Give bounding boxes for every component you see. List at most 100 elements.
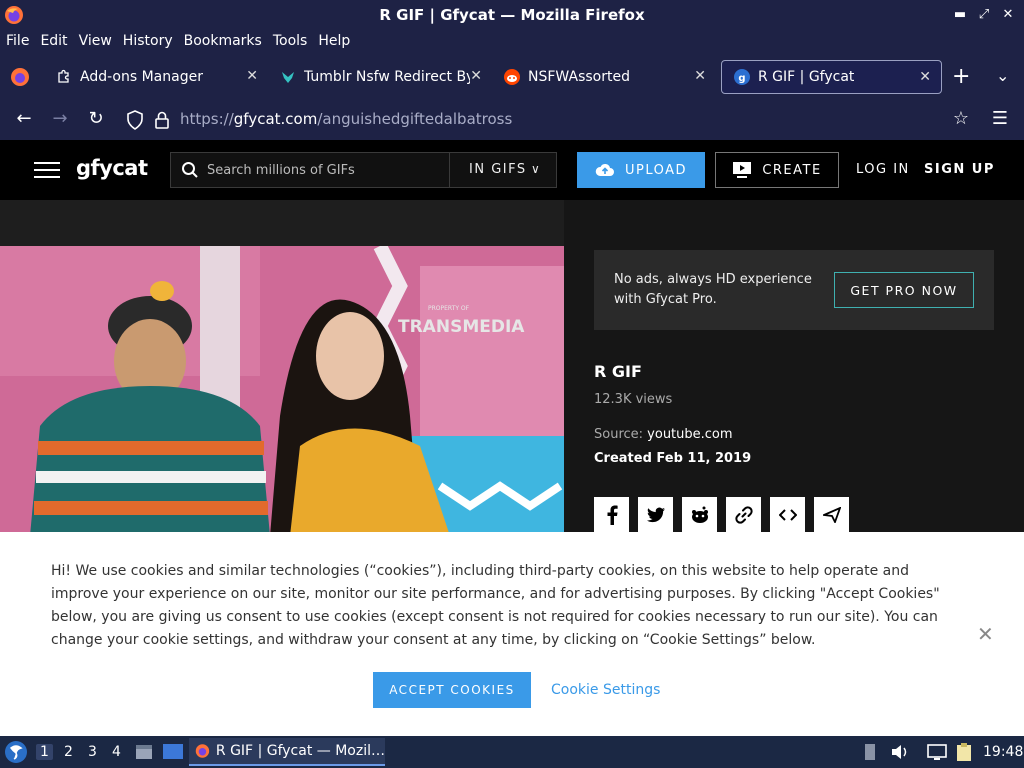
workspace-2[interactable]: 2 bbox=[64, 744, 73, 760]
gif-title: R GIF bbox=[594, 362, 642, 381]
hamburger-menu-icon[interactable] bbox=[34, 162, 60, 178]
tab-title: Tumblr Nsfw Redirect Byp bbox=[304, 69, 470, 85]
list-all-tabs-button[interactable]: ⌄ bbox=[996, 66, 1009, 85]
taskbar-window-firefox[interactable]: R GIF | Gfycat — Mozil… bbox=[189, 738, 385, 766]
start-menu-icon[interactable] bbox=[4, 740, 28, 764]
cookie-notice-text: Hi! We use cookies and similar technolog… bbox=[51, 563, 940, 648]
chevron-down-icon[interactable]: ∨ bbox=[531, 162, 540, 176]
workspace-4[interactable]: 4 bbox=[112, 744, 121, 760]
login-link[interactable]: LOG IN bbox=[856, 162, 910, 177]
send-icon bbox=[822, 507, 841, 523]
share-buttons bbox=[594, 497, 849, 533]
svg-text:g: g bbox=[738, 73, 745, 84]
pro-promo-text: No ads, always HD experience with Gfycat… bbox=[614, 272, 812, 307]
file-manager-icon[interactable] bbox=[134, 742, 154, 762]
tab-gfycat[interactable]: g R GIF | Gfycat ✕ bbox=[721, 60, 942, 94]
reddit-icon bbox=[504, 69, 520, 85]
menu-history[interactable]: History bbox=[123, 30, 173, 54]
restore-button[interactable]: ⤢ bbox=[974, 4, 994, 26]
forward-button[interactable]: → bbox=[48, 108, 72, 129]
url-bar[interactable]: https://gfycat.com/anguishedgiftedalbatr… bbox=[180, 110, 512, 128]
workspace-1[interactable]: 1 bbox=[36, 744, 53, 760]
tab-title: NSFWAssorted bbox=[528, 69, 630, 85]
search-input[interactable]: Search millions of GIFs bbox=[207, 163, 447, 178]
tab-title: Add-ons Manager bbox=[80, 69, 203, 85]
link-icon bbox=[734, 506, 753, 524]
menu-bar: File Edit View History Bookmarks Tools H… bbox=[0, 30, 1024, 54]
get-pro-button[interactable]: GET PRO NOW bbox=[834, 272, 974, 308]
taskbar-window-label: R GIF | Gfycat — Mozil… bbox=[215, 743, 385, 759]
tab-addons[interactable]: Add-ons Manager ✕ bbox=[44, 60, 268, 94]
tab-nsfwassorted[interactable]: NSFWAssorted ✕ bbox=[492, 60, 716, 94]
share-twitter-button[interactable] bbox=[638, 497, 673, 533]
twitter-icon bbox=[646, 507, 665, 523]
view-count: 12.3K views bbox=[594, 392, 673, 407]
window-titlebar: R GIF | Gfycat — Mozilla Firefox ▬ ⤢ ✕ bbox=[0, 0, 1024, 30]
taskbar: 1 2 3 4 R GIF | Gfycat — Mozil… 19:48 bbox=[0, 736, 1024, 768]
share-facebook-button[interactable] bbox=[594, 497, 629, 533]
search-scope-dropdown[interactable]: IN GIFS bbox=[469, 162, 527, 177]
tab-bar: Add-ons Manager ✕ Tumblr Nsfw Redirect B… bbox=[0, 54, 1024, 100]
menu-help[interactable]: Help bbox=[318, 30, 350, 54]
close-icon[interactable]: ✕ bbox=[977, 622, 994, 646]
embed-icon bbox=[778, 509, 797, 521]
workspace-3[interactable]: 3 bbox=[88, 744, 97, 760]
accept-cookies-button[interactable]: ACCEPT COOKIES bbox=[373, 672, 531, 708]
app-menu-icon[interactable]: ☰ bbox=[988, 108, 1012, 129]
share-link-button[interactable] bbox=[726, 497, 761, 533]
window-title: R GIF | Gfycat — Mozilla Firefox bbox=[379, 6, 645, 24]
video-watermark-small: PROPERTY OF bbox=[428, 305, 470, 312]
lock-icon[interactable] bbox=[154, 110, 170, 130]
gfycat-logo[interactable]: gfycat bbox=[76, 156, 148, 180]
shield-icon[interactable] bbox=[126, 110, 144, 130]
search-icon bbox=[182, 162, 198, 178]
create-label: CREATE bbox=[762, 162, 822, 178]
reddit-icon bbox=[691, 506, 708, 523]
menu-tools[interactable]: Tools bbox=[273, 30, 308, 54]
share-send-button[interactable] bbox=[814, 497, 849, 533]
url-path: /anguishedgiftedalbatross bbox=[317, 110, 513, 128]
share-reddit-button[interactable] bbox=[682, 497, 717, 533]
url-host: gfycat.com bbox=[233, 110, 318, 128]
menu-file[interactable]: File bbox=[6, 30, 29, 54]
volume-icon[interactable] bbox=[890, 742, 910, 762]
menu-view[interactable]: View bbox=[79, 30, 112, 54]
close-tab-icon[interactable]: ✕ bbox=[919, 69, 931, 85]
video-frame: TRANSMEDIA PROPERTY OF bbox=[0, 246, 564, 536]
created-date: Created Feb 11, 2019 bbox=[594, 451, 752, 466]
upload-label: UPLOAD bbox=[624, 162, 688, 178]
signup-link[interactable]: SIGN UP bbox=[924, 162, 995, 177]
new-tab-button[interactable]: + bbox=[952, 64, 970, 89]
close-tab-icon[interactable]: ✕ bbox=[246, 68, 258, 84]
close-tab-icon[interactable]: ✕ bbox=[470, 68, 482, 84]
menu-bookmarks[interactable]: Bookmarks bbox=[184, 30, 262, 54]
network-icon[interactable] bbox=[926, 742, 948, 762]
minimize-button[interactable]: ▬ bbox=[950, 4, 970, 26]
clipboard-icon[interactable] bbox=[954, 742, 974, 762]
create-video-icon bbox=[733, 162, 752, 178]
close-tab-icon[interactable]: ✕ bbox=[694, 68, 706, 84]
source-link[interactable]: youtube.com bbox=[647, 427, 732, 442]
source-line: Source: youtube.com bbox=[594, 427, 733, 442]
cookie-settings-link[interactable]: Cookie Settings bbox=[551, 682, 660, 698]
bookmark-star-icon[interactable]: ☆ bbox=[949, 108, 973, 129]
cookie-banner: Hi! We use cookies and similar technolog… bbox=[0, 532, 1024, 736]
search-bar: Search millions of GIFs IN GIFS ∨ bbox=[170, 152, 557, 188]
reload-button[interactable]: ↻ bbox=[84, 108, 108, 129]
tab-tumblr[interactable]: Tumblr Nsfw Redirect Byp ✕ bbox=[268, 60, 492, 94]
desktop-icon[interactable] bbox=[162, 742, 184, 762]
create-button[interactable]: CREATE bbox=[715, 152, 839, 188]
puzzle-icon bbox=[58, 69, 69, 83]
menu-edit[interactable]: Edit bbox=[40, 30, 67, 54]
url-scheme: https:// bbox=[180, 110, 234, 128]
gif-player[interactable]: TRANSMEDIA PROPERTY OF bbox=[0, 246, 564, 536]
share-embed-button[interactable] bbox=[770, 497, 805, 533]
pro-promo: No ads, always HD experience with Gfycat… bbox=[594, 250, 994, 330]
tab-title: R GIF | Gfycat bbox=[758, 69, 855, 85]
removable-drive-icon[interactable] bbox=[862, 742, 878, 762]
upload-button[interactable]: UPLOAD bbox=[577, 152, 705, 188]
close-window-button[interactable]: ✕ bbox=[998, 4, 1018, 26]
firefox-view-icon[interactable] bbox=[10, 67, 30, 87]
back-button[interactable]: ← bbox=[12, 108, 36, 129]
clock: 19:48 bbox=[983, 744, 1024, 760]
